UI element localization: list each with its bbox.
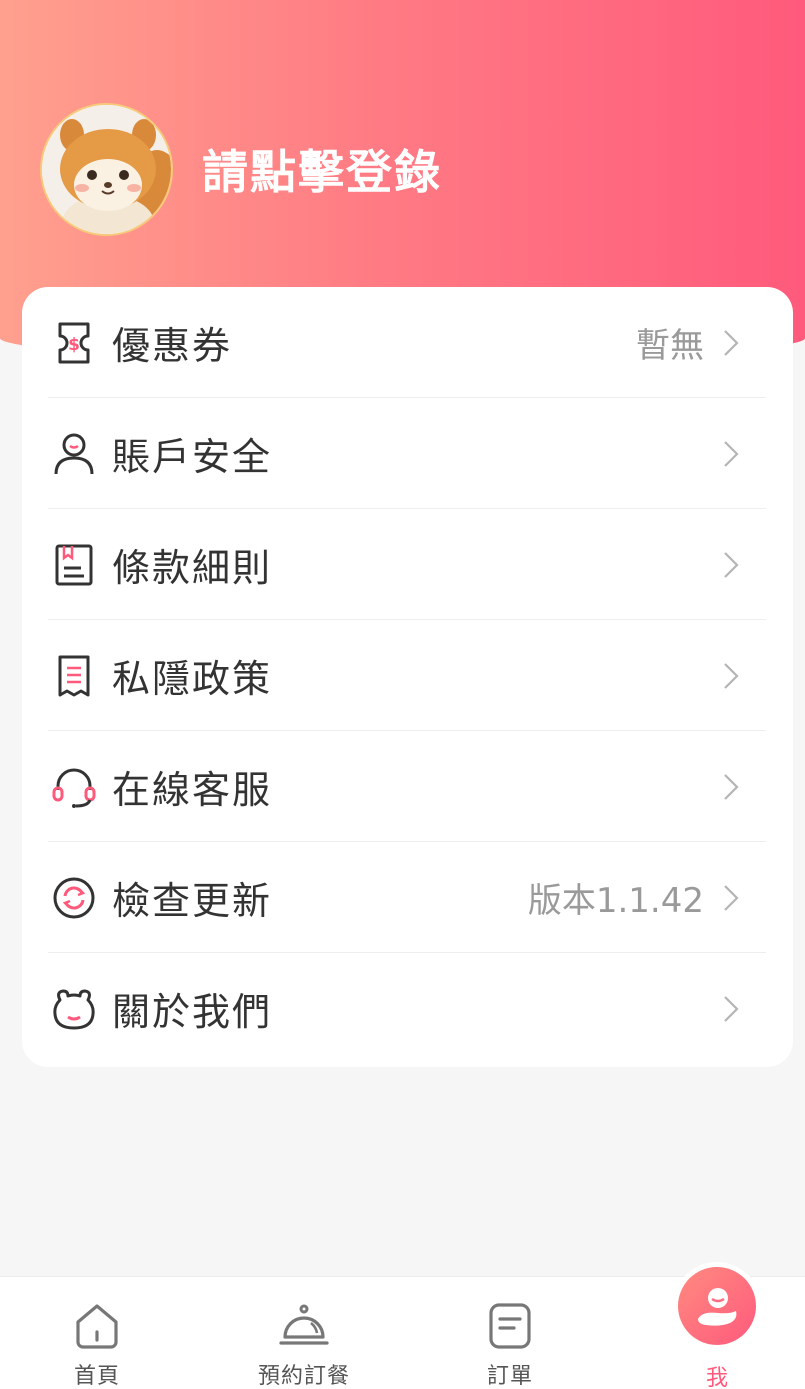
menu-item-account-security[interactable]: 賬戶安全 [48,398,766,509]
refresh-icon [50,874,98,922]
tab-orders[interactable]: 訂單 [430,1277,590,1389]
avatar[interactable] [40,103,173,236]
profile-icon [698,1288,737,1326]
coupon-count-value: 暫無 [636,326,704,366]
app-version-value: 版本1.1.42 [527,881,704,921]
menu-item-coupons[interactable]: $ 優惠券 暫無 [48,287,766,398]
menu-item-terms[interactable]: 條款細則 [48,509,766,620]
headset-icon [50,763,98,811]
menu-item-label: 賬戶安全 [112,435,273,479]
squirrel-mascot-avatar [42,105,171,234]
chevron-right-icon [720,550,742,580]
tab-label: 預約訂餐 [257,1364,350,1389]
menu-item-label: 條款細則 [112,546,273,590]
privacy-icon [50,652,98,700]
chevron-right-icon [720,772,742,802]
chevron-right-icon [720,994,742,1024]
login-prompt[interactable]: 請點擊登錄 [202,140,442,204]
menu-card: $ 優惠券 暫無 賬戶安全 條款細則 私隱政策 在線客服 檢查更新 版本1.1.… [22,287,793,1067]
menu-item-customer-service[interactable]: 在線客服 [48,731,766,842]
chevron-right-icon [720,661,742,691]
menu-item-label: 關於我們 [112,990,273,1034]
tab-profile[interactable] [678,1267,756,1345]
user-icon [50,430,98,478]
tab-label: 訂單 [486,1364,533,1389]
chevron-right-icon [720,439,742,469]
menu-item-label: 檢查更新 [112,879,273,923]
home-icon [70,1299,124,1352]
mascot-face-icon [50,985,98,1033]
menu-item-privacy[interactable]: 私隱政策 [48,620,766,731]
tab-label-active[interactable]: 我 [678,1360,756,1389]
terms-icon [50,541,98,589]
order-icon [483,1299,537,1352]
tab-label: 首頁 [73,1364,120,1389]
service-bell-icon [277,1299,331,1352]
menu-item-check-update[interactable]: 檢查更新 版本1.1.42 [48,842,766,953]
coupon-icon: $ [50,319,98,367]
chevron-right-icon [720,328,742,358]
menu-item-about-us[interactable]: 關於我們 [48,953,766,1064]
chevron-right-icon [720,883,742,913]
menu-item-label: 在線客服 [112,768,273,812]
menu-item-label: 優惠券 [112,324,233,368]
tab-home[interactable]: 首頁 [17,1277,177,1389]
svg-text:$: $ [68,335,80,355]
tab-reservation[interactable]: 預約訂餐 [224,1277,384,1389]
menu-item-label: 私隱政策 [112,657,273,701]
